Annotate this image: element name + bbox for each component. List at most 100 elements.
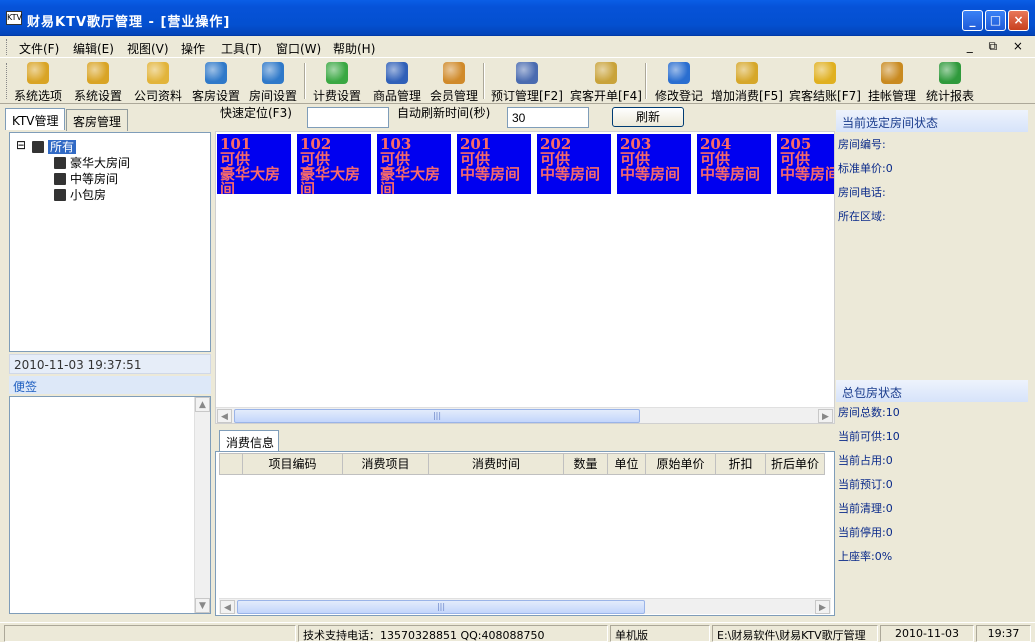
room-tile-202[interactable]: 202 可供 中等房间 (537, 134, 611, 194)
menu-grip[interactable] (6, 39, 9, 55)
room-tile-101[interactable]: 101 可供 豪华大房间 (217, 134, 291, 194)
menu-tools[interactable]: 工具(T) (221, 40, 262, 57)
col-item-code[interactable]: 项目编码 (243, 453, 343, 475)
rooms-hscrollbar[interactable]: ◀ ||| ▶ (216, 407, 834, 423)
toolbar-button-4[interactable]: 房间设置 (243, 61, 303, 103)
tab-consume-info[interactable]: 消费信息 (219, 430, 279, 451)
auto-refresh-input[interactable] (507, 107, 589, 128)
col-quantity[interactable]: 数量 (564, 453, 608, 475)
col-discount[interactable]: 折扣 (716, 453, 766, 475)
toolbar-button-7[interactable]: 会员管理 (426, 61, 482, 103)
summary-header: 总包房状态 (836, 380, 1028, 402)
toolbar-button-label: 挂帐管理 (867, 89, 916, 103)
toolbar-button-label: 会员管理 (429, 89, 478, 103)
notes-textarea[interactable]: ▲ ▼ (9, 396, 211, 614)
toolbar-button-label: 系统设置 (73, 89, 122, 103)
room-tile-203[interactable]: 203 可供 中等房间 (617, 134, 691, 194)
scroll-left-icon[interactable]: ◀ (220, 600, 235, 614)
quick-locate-label: 快速定位(F3) (220, 106, 292, 120)
close-button[interactable]: × (1008, 10, 1029, 31)
col-indicator (219, 453, 243, 475)
key-icon (87, 62, 109, 84)
menu-operate[interactable]: 操作 (181, 40, 205, 57)
toolbar-button-6[interactable]: 商品管理 (366, 61, 428, 103)
menu-window[interactable]: 窗口(W) (276, 40, 321, 57)
scroll-right-icon[interactable]: ▶ (818, 409, 833, 423)
notes-scrollbar[interactable]: ▲ ▼ (194, 397, 210, 613)
status-edition: 单机版 (610, 625, 710, 642)
selected-room-price: 标准单价:0 (838, 162, 893, 175)
tab-ktv-management[interactable]: KTV管理 (5, 108, 66, 130)
status-support: 技术支持电话：13570328851 QQ:408088750 (298, 625, 608, 642)
consume-panel (215, 451, 835, 616)
tab-room-management[interactable]: 客房管理 (66, 109, 129, 131)
mdi-window-controls[interactable]: _ ⧉ × (967, 39, 1029, 54)
menu-edit[interactable]: 编辑(E) (73, 40, 114, 57)
status-bar: 技术支持电话：13570328851 QQ:408088750 单机版 E:\财… (0, 622, 1035, 642)
tree-node-luxury[interactable]: 豪华大房间 (54, 154, 130, 171)
refresh-button[interactable]: 刷新 (612, 107, 684, 127)
room-tile-201[interactable]: 201 可供 中等房间 (457, 134, 531, 194)
consume-hscrollbar[interactable]: ◀ ||| ▶ (219, 598, 831, 614)
summary-available: 当前可供:10 (838, 430, 900, 443)
notes-header: 便签 (9, 376, 211, 394)
col-item[interactable]: 消费项目 (343, 453, 429, 475)
tree-node-medium[interactable]: 中等房间 (54, 170, 118, 187)
toolbar-button-9[interactable]: 宾客开单[F4] (568, 61, 644, 103)
room-type: 豪华大房间 (380, 165, 441, 195)
toolbar-button-label: 房间设置 (248, 89, 297, 103)
splitter[interactable] (215, 425, 835, 429)
toolbar-button-1[interactable]: 系统设置 (68, 61, 128, 103)
room-tile-103[interactable]: 103 可供 豪华大房间 (377, 134, 451, 194)
menu-view[interactable]: 视图(V) (127, 40, 169, 57)
folder-icon (32, 141, 44, 153)
tree-node-all[interactable]: 所有 (32, 138, 77, 155)
rooms-scroll-thumb[interactable]: ||| (234, 409, 640, 423)
col-orig-price[interactable]: 原始单价 (646, 453, 716, 475)
room-type: 中等房间 (780, 165, 835, 183)
minimize-button[interactable]: _ (962, 10, 983, 31)
toolbar-button-12[interactable]: 宾客结账[F7] (788, 61, 862, 103)
stapler-icon (516, 62, 538, 84)
toolbar-button-13[interactable]: 挂帐管理 (864, 61, 920, 103)
toolbar-button-3[interactable]: 客房设置 (186, 61, 246, 103)
maximize-button[interactable]: □ (985, 10, 1006, 31)
menu-file[interactable]: 文件(F) (19, 40, 59, 57)
selected-room-phone: 房间电话: (838, 186, 886, 199)
menu-bar: 文件(F) 编辑(E) 视图(V) 操作 工具(T) 窗口(W) 帮助(H) _… (0, 36, 1035, 58)
room-tile-204[interactable]: 204 可供 中等房间 (697, 134, 771, 194)
tree-collapse-icon[interactable]: ⊟ (16, 138, 26, 152)
toolbar-button-11[interactable]: 增加消费[F5] (708, 61, 786, 103)
scroll-up-icon[interactable]: ▲ (195, 397, 210, 412)
title-bar: KTV 财易KTV歌厅管理 - [营业操作] _ □ × (0, 0, 1035, 36)
rooms-panel: 101 可供 豪华大房间 102 可供 豪华大房间 103 可供 豪华大房间 201 可供 中等房间 2… (215, 131, 835, 424)
col-discounted-price[interactable]: 折后单价 (766, 453, 825, 475)
room-tile-102[interactable]: 102 可供 豪华大房间 (297, 134, 371, 194)
col-unit[interactable]: 单位 (608, 453, 646, 475)
toolbar-button-5[interactable]: 计费设置 (306, 61, 368, 103)
status-date: 2010-11-03 (880, 625, 974, 642)
toolbar-button-14[interactable]: 统计报表 (922, 61, 978, 103)
toolbar-button-10[interactable]: 修改登记 (650, 61, 708, 103)
room-type: 豪华大房间 (220, 165, 281, 195)
summary-cleaning: 当前清理:0 (838, 502, 893, 515)
col-time[interactable]: 消费时间 (429, 453, 564, 475)
gift-icon (595, 62, 617, 84)
consume-scroll-thumb[interactable]: ||| (237, 600, 645, 614)
summary-total: 房间总数:10 (838, 406, 900, 419)
selected-room-number: 房间编号: (838, 138, 886, 151)
scroll-down-icon[interactable]: ▼ (195, 598, 210, 613)
toolbar-button-0[interactable]: 系统选项 (8, 61, 68, 103)
room-type: 中等房间 (460, 165, 521, 183)
menu-help[interactable]: 帮助(H) (333, 40, 375, 57)
scroll-right-icon[interactable]: ▶ (815, 600, 830, 614)
room-tile-205[interactable]: 205 可供 中等房间 (777, 134, 835, 194)
quick-locate-input[interactable] (307, 107, 389, 128)
toolbar-separator (483, 63, 485, 99)
scroll-left-icon[interactable]: ◀ (217, 409, 232, 423)
person-icon (443, 62, 465, 84)
room-icon (54, 189, 66, 201)
tree-node-small[interactable]: 小包房 (54, 186, 106, 203)
toolbar-button-2[interactable]: 公司资料 (128, 61, 188, 103)
toolbar-button-8[interactable]: 预订管理[F2] (488, 61, 566, 103)
